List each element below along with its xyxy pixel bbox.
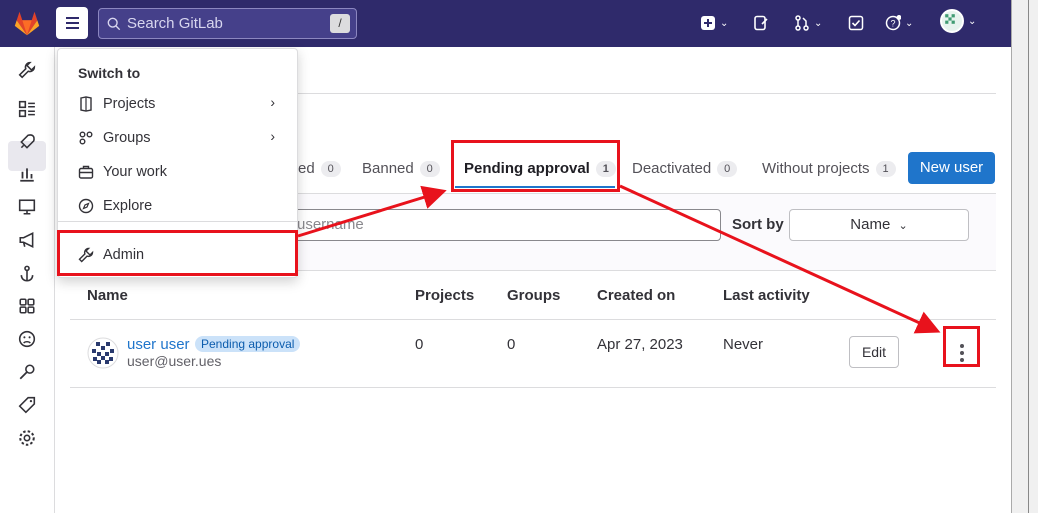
identicon-icon [945,14,955,24]
menu-heading: Switch to [78,65,141,81]
pending-approval-highlight-box [451,140,620,192]
user-identicon-avatar [87,337,119,369]
user-email: user@user.ues [127,353,222,369]
search-icon [107,17,121,30]
chevron-right-icon: › [270,128,275,144]
abuse-reports-face-icon[interactable] [18,330,36,348]
messages-megaphone-icon[interactable] [18,231,36,249]
todos-button[interactable] [848,13,864,33]
chevron-right-icon: › [270,94,275,110]
tab-label: Without projects [762,160,870,177]
help-question-icon: ? [885,15,901,31]
tab-count-badge: 0 [717,160,738,177]
user-last-activity: Never [723,336,764,353]
user-search-input[interactable]: username [290,209,721,241]
user-avatar [940,9,964,33]
menu-item-label: Your work [103,164,167,180]
menu-item-label: Explore [103,198,153,214]
analytics-icon[interactable] [18,165,36,183]
menu-item-label: Projects [103,96,156,112]
briefcase-icon [78,165,94,179]
column-header-groups: Groups [507,287,561,304]
user-groups-count: 0 [507,336,516,353]
tab-banned[interactable]: Banned 0 [362,160,440,177]
gitlab-logo-icon[interactable] [12,8,42,38]
table-header-divider [70,319,996,320]
sort-value: Name [850,216,891,233]
credentials-key-icon[interactable] [18,363,36,381]
header-divider [298,93,996,94]
new-user-button[interactable]: New user [908,152,995,184]
tab-count-badge: 1 [875,160,896,177]
tab-label: Banned [362,160,414,177]
user-created-on: Apr 27, 2023 [597,336,683,353]
svg-text:?: ? [890,19,895,29]
tab-count-badge: 0 [419,160,440,177]
table-row-divider [70,387,996,388]
user-name-link[interactable]: user user [127,336,190,353]
pending-approval-badge: Pending approval [195,336,301,352]
column-header-created-on: Created on [597,287,676,304]
chevron-down-icon: ⌄ [968,15,977,27]
search-input[interactable]: Search GitLab / [98,8,357,39]
rocket-icon[interactable] [18,133,36,151]
top-bar: Search GitLab / ⌄ ⌄ ? ⌄ ⌄ [0,0,1011,47]
tab-deactivated[interactable]: Deactivated 0 [632,160,738,177]
user-menu-button[interactable]: ⌄ [940,9,977,33]
column-header-name: Name [87,287,128,304]
column-header-projects: Projects [415,287,475,304]
hooks-anchor-icon[interactable] [18,265,36,283]
plus-square-icon [701,16,715,30]
adjacent-window-edge [1011,0,1038,513]
issues-button[interactable] [753,13,769,33]
column-header-last-activity: Last activity [723,287,810,304]
settings-gear-icon[interactable] [18,429,36,447]
tab-count-badge: 0 [320,160,341,177]
issues-icon [754,15,768,31]
chevron-down-icon: ⌄ [898,220,908,232]
search-shortcut-key: / [330,14,350,33]
user-projects-count: 0 [415,336,424,353]
edit-user-button[interactable]: Edit [849,336,899,368]
menu-item-your-work[interactable]: Your work [78,162,167,182]
merge-request-icon [795,15,809,31]
chevron-down-icon: ⌄ [905,17,914,29]
overview-icon[interactable] [18,100,36,118]
group-icon [79,131,93,145]
compass-icon [78,198,94,214]
merge-requests-button[interactable]: ⌄ [794,13,822,33]
sort-by-label: Sort by [732,216,784,233]
menu-item-projects[interactable]: Projects [78,94,155,114]
monitor-icon[interactable] [18,198,36,216]
tab-blocked[interactable]: ed 0 [298,160,341,177]
project-icon [80,96,92,112]
kebab-highlight-box [943,326,980,367]
menu-item-groups[interactable]: Groups [78,128,151,148]
admin-highlight-box [57,230,298,276]
applications-grid-icon[interactable] [18,297,36,315]
sort-dropdown[interactable]: Name ⌄ [789,209,969,241]
admin-sidebar [0,47,55,513]
admin-wrench-icon[interactable] [18,61,36,79]
menu-item-label: Groups [103,130,151,146]
menu-item-explore[interactable]: Explore [78,196,152,216]
menu-divider [58,221,297,222]
chevron-down-icon: ⌄ [720,17,729,29]
tab-label: Deactivated [632,160,712,177]
tab-without-projects[interactable]: Without projects 1 [762,160,896,177]
labels-tag-icon[interactable] [18,396,36,414]
user-search-placeholder: username [297,216,364,233]
menu-toggle-button[interactable] [56,7,88,39]
search-placeholder: Search GitLab [127,15,223,32]
help-button[interactable]: ? ⌄ [885,13,913,33]
todo-checkbox-icon [848,15,864,31]
chevron-down-icon: ⌄ [814,17,823,29]
tab-label: ed [298,160,315,177]
create-new-button[interactable]: ⌄ [700,13,728,33]
